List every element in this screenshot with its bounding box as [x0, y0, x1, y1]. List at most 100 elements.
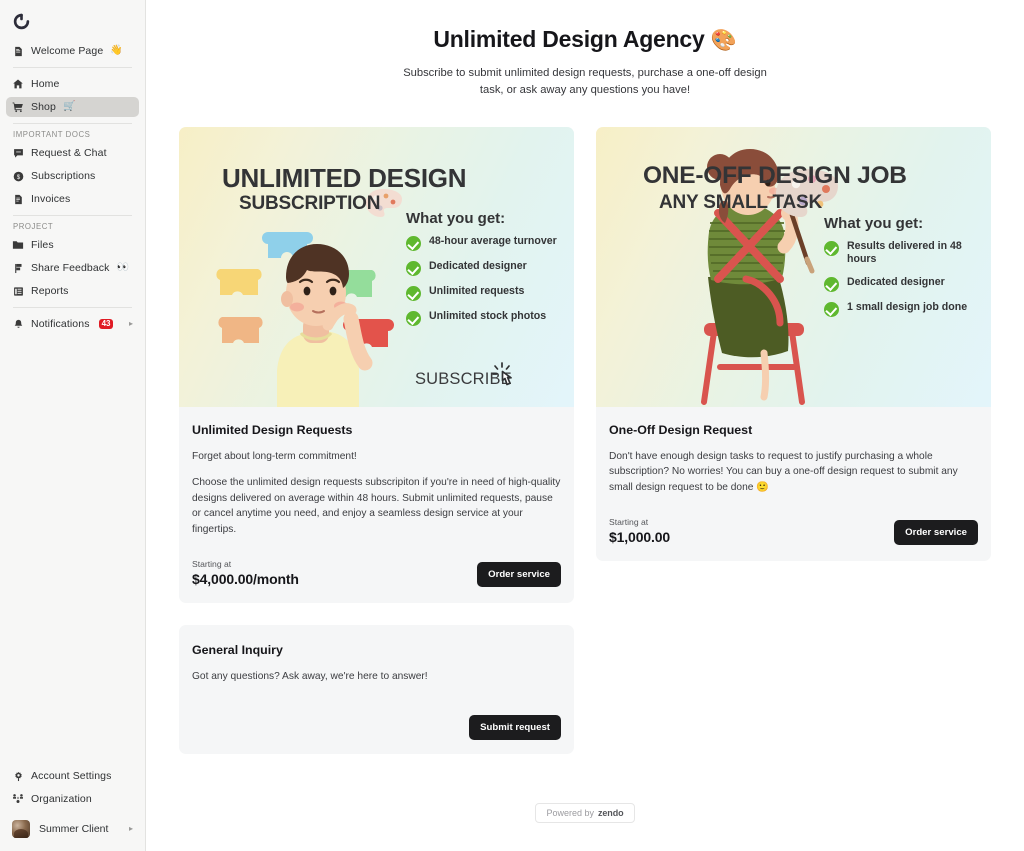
service-card-one-off-design[interactable]: ONE-OFF DESIGN JOB ANY SMALL TASK What y… — [596, 126, 991, 562]
spinner-logo-icon — [13, 13, 30, 30]
hero-what-you-get-label: What you get: — [406, 209, 506, 227]
benefit-label: Unlimited requests — [429, 284, 525, 297]
starting-at-label: Starting at — [609, 517, 649, 528]
hero-benefits-list: 48-hour average turnover Dedicated desig… — [406, 235, 568, 326]
check-circle-icon — [406, 260, 421, 276]
click-cursor-icon — [492, 361, 512, 385]
chevron-right-icon[interactable]: ▸ — [129, 320, 133, 328]
benefit-item: Unlimited stock photos — [406, 310, 568, 326]
sidebar-item-label: Subscriptions — [31, 170, 96, 182]
sidebar-item-share-feedback[interactable]: Share Feedback 👀 — [6, 258, 139, 278]
sidebar-item-notifications[interactable]: Notifications 43 ▸ — [6, 314, 139, 334]
sidebar-item-invoices[interactable]: Invoices — [6, 189, 139, 209]
powered-by-badge[interactable]: Powered by zendo — [535, 803, 635, 823]
card-actions: Submit request — [192, 714, 561, 740]
benefit-item: Dedicated designer — [824, 276, 989, 292]
benefit-label: Unlimited stock photos — [429, 309, 547, 322]
user-name: Summer Client — [39, 823, 109, 835]
sidebar-item-files[interactable]: Files — [6, 235, 139, 255]
page-header: Unlimited Design Agency 🎨 Subscribe to s… — [146, 0, 1024, 99]
sidebar-group-title-project: PROJECT — [13, 222, 54, 231]
benefit-label: Dedicated designer — [847, 275, 945, 288]
invoice-icon — [12, 193, 24, 205]
document-icon — [12, 45, 24, 57]
logo-row[interactable] — [0, 0, 145, 32]
benefit-item: Results delivered in 48 hours — [824, 240, 989, 267]
hero-title-line1: UNLIMITED DESIGN — [222, 162, 467, 193]
service-card-general-inquiry[interactable]: General Inquiry Got any questions? Ask a… — [179, 625, 574, 754]
zendo-brand-label: zendo — [597, 808, 624, 818]
chevron-right-icon[interactable]: ▸ — [129, 825, 133, 833]
benefit-label: 1 small design job done — [847, 300, 968, 313]
benefit-label: Dedicated designer — [429, 259, 527, 272]
sidebar-group-title-important-docs: IMPORTANT DOCS — [13, 130, 91, 139]
sidebar-item-reports[interactable]: Reports — [6, 281, 139, 301]
card-hero-banner: ONE-OFF DESIGN JOB ANY SMALL TASK What y… — [596, 126, 991, 407]
sidebar-item-label: Request & Chat — [31, 147, 107, 159]
home-icon — [12, 78, 24, 90]
user-account-row[interactable]: Summer Client ▸ — [6, 817, 139, 841]
dollar-circle-icon: $ — [12, 170, 24, 182]
page-title-text: Unlimited Design Agency — [433, 26, 705, 52]
hero-benefits-list: Results delivered in 48 hours Dedicated … — [824, 240, 989, 317]
sidebar-item-welcome-page[interactable]: Welcome Page 👋 — [6, 41, 139, 61]
page-title: Unlimited Design Agency 🎨 — [146, 26, 1024, 53]
sidebar-item-organization[interactable]: Organization — [6, 789, 139, 809]
sidebar-item-label: Account Settings — [31, 770, 112, 782]
card-title: One-Off Design Request — [609, 422, 753, 437]
check-circle-icon — [824, 240, 839, 256]
sidebar-item-label: Files — [31, 239, 54, 251]
sidebar-item-shop[interactable]: Shop 🛒 — [6, 97, 139, 117]
check-circle-icon — [406, 235, 421, 251]
sidebar-item-label: Organization — [31, 793, 92, 805]
sidebar-nav: Welcome Page 👋 Home Shop 🛒 IMPORTANT DOC… — [0, 32, 145, 763]
card-paragraph: Don't have enough design tasks to reques… — [609, 450, 958, 493]
sidebar-item-account-settings[interactable]: Account Settings — [6, 766, 139, 786]
starting-at-label: Starting at — [192, 559, 232, 570]
card-body: Unlimited Design Requests Forget about l… — [179, 407, 574, 604]
palette-emoji: 🎨 — [710, 29, 737, 52]
order-service-button[interactable]: Order service — [894, 520, 978, 546]
hero-title-line2: SUBSCRIPTION — [239, 192, 381, 214]
wave-emoji: 👋 — [110, 45, 123, 56]
card-body: General Inquiry Got any questions? Ask a… — [179, 625, 574, 754]
service-cards-grid: UNLIMITED DESIGN SUBSCRIPTION What you g… — [146, 126, 1024, 754]
gear-icon — [12, 770, 24, 782]
price-block: Starting at $4,000.00/month — [192, 559, 299, 587]
benefit-item: 1 small design job done — [824, 301, 989, 317]
flag-icon — [12, 262, 24, 274]
page-subtitle: Subscribe to submit unlimited design req… — [403, 67, 767, 96]
price-block: Starting at $1,000.00 — [609, 517, 670, 545]
svg-text:$: $ — [16, 173, 20, 180]
footer: Powered by zendo — [146, 803, 1024, 823]
price-value: $1,000.00 — [609, 529, 671, 546]
folder-icon — [12, 239, 24, 251]
sidebar-item-home[interactable]: Home — [6, 74, 139, 94]
hero-title-line1: ONE-OFF DESIGN JOB — [643, 161, 907, 189]
report-icon — [12, 285, 24, 297]
app-window: Welcome Page 👋 Home Shop 🛒 IMPORTANT DOC… — [0, 0, 1024, 851]
powered-by-label: Powered by — [546, 808, 594, 818]
sidebar-bottom: Account Settings Organization Summer Cli… — [0, 763, 145, 851]
card-price-row: Starting at $1,000.00 Order service — [609, 517, 978, 546]
benefit-item: 48-hour average turnover — [406, 235, 568, 251]
sidebar-item-label: Invoices — [31, 193, 71, 205]
sidebar-item-request-and-chat[interactable]: Request & Chat — [6, 143, 139, 163]
submit-request-button[interactable]: Submit request — [469, 714, 561, 740]
sidebar-divider-4 — [13, 307, 132, 308]
hero-title-line2: ANY SMALL TASK — [659, 191, 823, 213]
card-title: General Inquiry — [192, 643, 283, 658]
bell-icon — [12, 318, 24, 330]
sidebar-item-label: Notifications — [31, 318, 90, 330]
check-circle-icon — [406, 310, 421, 326]
order-service-button[interactable]: Order service — [477, 562, 561, 588]
eyes-emoji: 👀 — [116, 262, 129, 273]
sidebar-item-label: Home — [31, 78, 60, 90]
service-card-unlimited-design[interactable]: UNLIMITED DESIGN SUBSCRIPTION What you g… — [179, 126, 574, 604]
price-value: $4,000.00/month — [192, 571, 299, 588]
sidebar-item-subscriptions[interactable]: $ Subscriptions — [6, 166, 139, 186]
hero-what-you-get-label: What you get: — [824, 214, 924, 232]
sidebar-item-label: Reports — [31, 285, 69, 297]
benefit-label: 48-hour average turnover — [429, 234, 557, 247]
card-body: One-Off Design Request Don't have enough… — [596, 407, 991, 562]
